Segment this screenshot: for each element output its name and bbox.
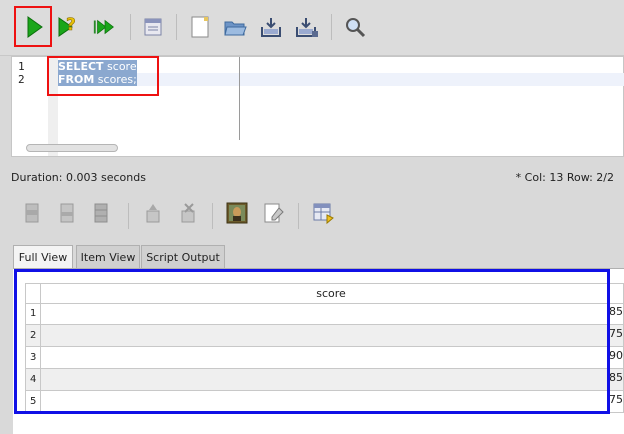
toolbar-separator xyxy=(331,14,332,40)
toolbar-separator xyxy=(130,14,131,40)
edit-value-button[interactable] xyxy=(261,200,287,226)
main-toolbar: ? xyxy=(0,0,624,56)
table-row[interactable]: 3 90 xyxy=(25,347,624,369)
row-number: 1 xyxy=(26,303,41,324)
save-as-button[interactable] xyxy=(294,14,320,40)
table-row[interactable]: 1 85 xyxy=(25,303,624,325)
sql-text: scores; xyxy=(94,73,137,86)
sql-keyword: SELECT xyxy=(58,60,104,73)
edit-document-icon xyxy=(264,203,284,223)
row-number: 3 xyxy=(26,347,41,368)
toolbar-separator xyxy=(212,203,213,229)
results-panel: score 1 85 2 75 3 90 4 85 5 75 xyxy=(13,268,624,434)
horizontal-scrollbar[interactable] xyxy=(14,141,164,155)
svg-text:?: ? xyxy=(66,15,76,35)
sql-editor[interactable]: 1 2 SELECT score FROM scores; xyxy=(11,56,624,157)
toolbar-separator xyxy=(298,203,299,229)
insert-row-icon xyxy=(25,203,39,223)
cursor-position: * Col: 13 Row: 2/2 xyxy=(515,171,614,184)
current-line-highlight xyxy=(58,73,624,86)
delete-row-icon xyxy=(60,203,74,223)
sql-keyword: FROM xyxy=(58,73,95,86)
execute-icon xyxy=(27,16,43,38)
row-number: 2 xyxy=(26,325,41,346)
view-image-button[interactable] xyxy=(224,200,250,226)
cell-score[interactable]: 85 xyxy=(41,303,623,324)
results-toolbar xyxy=(0,195,624,233)
insert-row-button[interactable] xyxy=(20,200,46,226)
table-row[interactable]: 2 75 xyxy=(25,325,624,347)
editor-margin-line xyxy=(239,57,240,140)
commit-button[interactable] xyxy=(140,200,166,226)
find-button[interactable] xyxy=(342,14,368,40)
explain-icon: ? xyxy=(58,15,76,37)
find-replace-button[interactable] xyxy=(140,14,166,40)
save-as-icon xyxy=(296,18,318,37)
cell-score[interactable]: 90 xyxy=(41,347,623,368)
find-icon xyxy=(346,18,366,38)
scrollbar-thumb[interactable] xyxy=(26,144,118,152)
code-line[interactable]: FROM scores; xyxy=(58,73,137,86)
tab-full-view[interactable]: Full View xyxy=(13,245,73,269)
commit-icon xyxy=(146,204,160,223)
sql-text: score xyxy=(103,60,137,73)
execute-button[interactable] xyxy=(21,14,47,40)
row-number-header xyxy=(26,284,41,303)
save-icon xyxy=(261,18,281,37)
cell-score[interactable]: 75 xyxy=(41,325,623,346)
execute-all-button[interactable] xyxy=(92,14,118,40)
tab-script-output[interactable]: Script Output xyxy=(141,245,225,268)
toolbar-separator xyxy=(176,14,177,40)
row-number: 5 xyxy=(26,391,41,412)
export-results-button[interactable] xyxy=(310,200,336,226)
status-bar: Duration: 0.003 seconds * Col: 13 Row: 2… xyxy=(0,166,624,188)
line-number: 1 xyxy=(18,60,25,73)
image-viewer-icon xyxy=(226,202,248,224)
rollback-icon xyxy=(181,203,195,223)
open-button[interactable] xyxy=(222,14,248,40)
new-file-icon xyxy=(191,16,209,38)
save-button[interactable] xyxy=(258,14,284,40)
code-line[interactable]: SELECT score xyxy=(58,60,137,73)
toolbar-separator xyxy=(128,203,129,229)
table-row[interactable]: 5 75 xyxy=(25,391,624,413)
delete-row-button[interactable] xyxy=(55,200,81,226)
new-file-button[interactable] xyxy=(187,14,213,40)
grid-header: score xyxy=(25,283,624,304)
explain-button[interactable]: ? xyxy=(55,14,81,40)
line-number: 2 xyxy=(18,73,25,86)
row-number: 4 xyxy=(26,369,41,390)
cell-score[interactable]: 85 xyxy=(41,369,623,390)
cell-score[interactable]: 75 xyxy=(41,391,623,412)
execute-all-icon xyxy=(93,19,114,35)
find-replace-icon xyxy=(144,18,162,36)
rollback-button[interactable] xyxy=(175,200,201,226)
table-row[interactable]: 4 85 xyxy=(25,369,624,391)
tab-item-view[interactable]: Item View xyxy=(76,245,140,268)
open-folder-icon xyxy=(224,21,247,36)
duplicate-row-button[interactable] xyxy=(89,200,115,226)
column-header-score[interactable]: score xyxy=(41,284,621,303)
duration-text: Duration: 0.003 seconds xyxy=(11,171,146,184)
table-export-icon xyxy=(313,203,334,225)
duplicate-row-icon xyxy=(94,203,108,223)
